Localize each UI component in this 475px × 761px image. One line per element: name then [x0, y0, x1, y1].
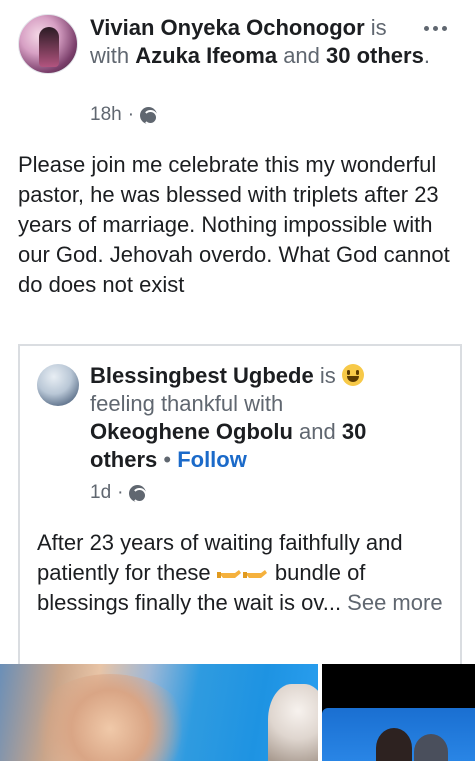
post-header-text: Vivian Onyeka Ochonogor is with Azuka If…: [90, 14, 430, 70]
shared-time[interactable]: 1d: [90, 482, 111, 504]
globe-icon: [129, 484, 148, 503]
more-dot-icon: [432, 25, 438, 31]
pointing-hand-icon: [216, 570, 241, 578]
globe-icon: [140, 106, 159, 125]
pointing-hand-icon: [242, 570, 267, 578]
others-link[interactable]: 30 others: [326, 43, 424, 68]
post-photo-left[interactable]: [0, 664, 318, 761]
shared-header-text: Blessingbest Ugbede is feeling thankful …: [90, 362, 420, 474]
meta-separator: ·: [127, 104, 135, 125]
photo-person: [268, 684, 318, 761]
shared-post-card[interactable]: Blessingbest Ugbede is feeling thankful …: [18, 344, 462, 674]
post-photo-right[interactable]: [322, 664, 475, 761]
and-text: and: [292, 419, 342, 444]
shared-author-avatar[interactable]: [37, 364, 79, 406]
is-text: is: [313, 363, 342, 388]
tagged-user[interactable]: Azuka Ifeoma: [135, 43, 277, 68]
shared-author-name[interactable]: Blessingbest Ugbede: [90, 363, 314, 388]
author-name[interactable]: Vivian Onyeka Ochonogor: [90, 15, 365, 40]
shared-body: After 23 years of waiting faithfully and…: [37, 528, 447, 618]
more-options-button[interactable]: [418, 16, 452, 40]
grinning-face-icon: [341, 364, 364, 386]
post-header: Vivian Onyeka Ochonogor is with Azuka If…: [18, 14, 458, 134]
period: .: [423, 43, 430, 68]
feeling-text: feeling thankful with: [90, 391, 284, 416]
photo-baby: [376, 728, 412, 761]
shared-meta: 1d ·: [90, 482, 148, 504]
see-more-link[interactable]: See more: [347, 590, 442, 615]
more-dot-icon: [423, 25, 429, 31]
post-time[interactable]: 18h: [90, 104, 122, 126]
post-body: Please join me celebrate this my wonderf…: [18, 152, 450, 297]
author-avatar[interactable]: [18, 14, 78, 74]
follow-button[interactable]: Follow: [177, 447, 247, 472]
bullet-separator: •: [157, 447, 178, 472]
photo-blur: [30, 674, 190, 761]
shared-tagged-user[interactable]: Okeoghene Ogbolu: [90, 419, 293, 444]
post-meta: 18h ·: [90, 104, 159, 126]
more-dot-icon: [441, 25, 447, 31]
and-text: and: [277, 43, 327, 68]
meta-separator: ·: [117, 482, 124, 503]
